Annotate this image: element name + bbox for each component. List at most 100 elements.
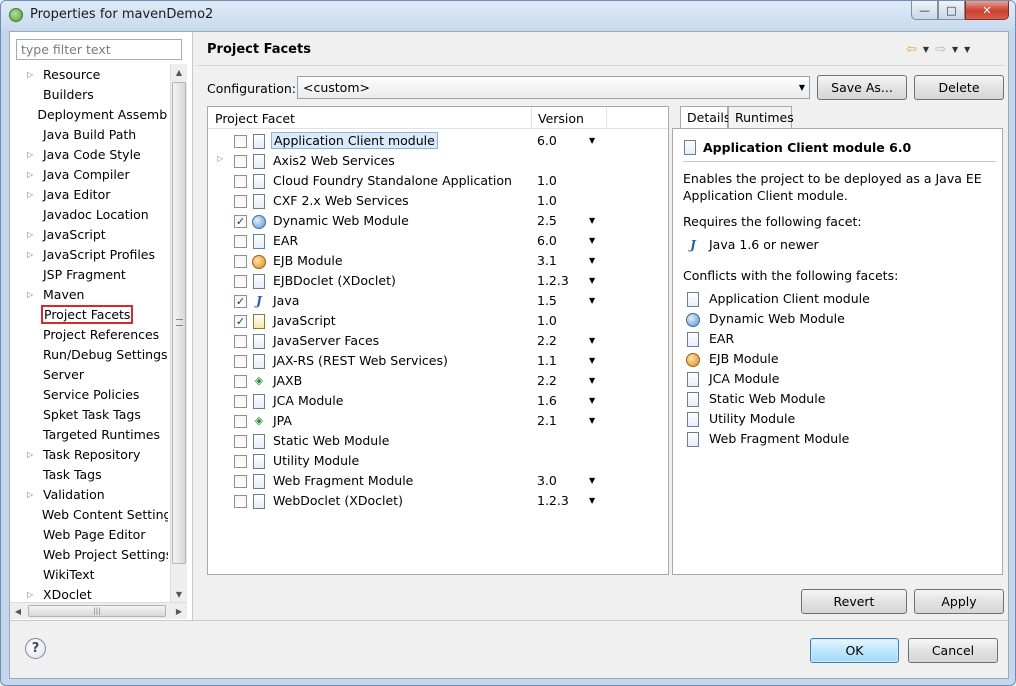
facet-version[interactable]: 1.5 [537,293,557,308]
facet-version[interactable]: 1.6 [537,393,557,408]
tree-item[interactable]: Spket Task Tags [10,404,168,424]
facet-checkbox[interactable] [234,455,247,468]
close-button[interactable]: ✕ [965,1,1009,20]
facet-version[interactable]: 3.0 [537,473,557,488]
expand-arrow-icon[interactable]: ▷ [27,70,37,79]
facet-checkbox[interactable] [234,435,247,448]
filter-input[interactable] [16,39,182,60]
facet-checkbox[interactable] [234,335,247,348]
tree-item[interactable]: ▷ JavaScript [10,224,168,244]
tree-item[interactable]: Java Build Path [10,124,168,144]
facet-checkbox[interactable] [234,195,247,208]
facet-version[interactable]: 2.2 [537,333,557,348]
facet-checkbox[interactable] [234,275,247,288]
tree-item[interactable]: Web Page Editor [10,524,168,544]
table-row[interactable]: Application Client module 6.0 ▼ [208,131,668,151]
tree-item[interactable]: Javadoc Location [10,204,168,224]
tree-item[interactable]: Web Content Settings [10,504,168,524]
tree-item[interactable]: ▷ Java Code Style [10,144,168,164]
table-row[interactable]: JavaServer Faces 2.2 ▼ [208,331,668,351]
facet-checkbox[interactable] [234,375,247,388]
configuration-select[interactable]: <custom> ▼ [297,76,810,99]
table-row[interactable]: ◈ JPA 2.1 ▼ [208,411,668,431]
table-row[interactable]: Utility Module [208,451,668,471]
version-chevron-down-icon[interactable]: ▼ [589,396,595,405]
facet-version[interactable]: 1.1 [537,353,557,368]
tree-item[interactable]: Web Project Settings [10,544,168,564]
help-icon[interactable]: ? [25,638,46,659]
delete-button[interactable]: Delete [914,75,1004,100]
expand-arrow-icon[interactable]: ▷ [27,490,37,499]
tree-item[interactable]: ▷ XDoclet [10,584,168,602]
tab-runtimes[interactable]: Runtimes [728,106,794,129]
scroll-down-arrow-icon[interactable]: ▼ [171,586,187,602]
column-divider[interactable] [531,107,532,129]
expand-arrow-icon[interactable]: ▷ [217,154,223,163]
expand-arrow-icon[interactable]: ▷ [27,250,37,259]
facet-checkbox[interactable] [234,135,247,148]
facet-version[interactable]: 2.5 [537,213,557,228]
table-row[interactable]: WebDoclet (XDoclet) 1.2.3 ▼ [208,491,668,511]
version-chevron-down-icon[interactable]: ▼ [589,416,595,425]
expand-arrow-icon[interactable]: ▷ [27,230,37,239]
expand-arrow-icon[interactable]: ▷ [27,290,37,299]
table-row[interactable]: Web Fragment Module 3.0 ▼ [208,471,668,491]
facet-checkbox[interactable] [234,155,247,168]
version-chevron-down-icon[interactable]: ▼ [589,236,595,245]
facet-checkbox[interactable]: ✓ [234,215,247,228]
version-chevron-down-icon[interactable]: ▼ [589,216,595,225]
column-header-facet[interactable]: Project Facet [215,111,295,126]
facet-checkbox[interactable] [234,495,247,508]
tab-details[interactable]: Details [680,106,730,130]
version-chevron-down-icon[interactable]: ▼ [589,256,595,265]
expand-arrow-icon[interactable]: ▷ [27,190,37,199]
minimize-button[interactable]: — [911,1,938,20]
title-bar[interactable]: Properties for mavenDemo2 — □ ✕ [1,1,1015,29]
table-row[interactable]: Cloud Foundry Standalone Application 1.0 [208,171,668,191]
tree-item[interactable]: Run/Debug Settings [10,344,168,364]
tree-item[interactable]: Targeted Runtimes [10,424,168,444]
facet-version[interactable]: 6.0 [537,133,557,148]
facet-version[interactable]: 6.0 [537,233,557,248]
cancel-button[interactable]: Cancel [908,638,998,663]
facet-checkbox[interactable]: ✓ [234,295,247,308]
revert-button[interactable]: Revert [801,589,907,614]
table-row[interactable]: ▷ Axis2 Web Services [208,151,668,171]
facet-checkbox[interactable]: ✓ [234,315,247,328]
table-row[interactable]: EJBDoclet (XDoclet) 1.2.3 ▼ [208,271,668,291]
table-row[interactable]: Static Web Module [208,431,668,451]
tree-item[interactable]: ▷ Java Compiler [10,164,168,184]
tree-item[interactable]: ▷ Java Editor [10,184,168,204]
tree-item[interactable]: Service Policies [10,384,168,404]
column-header-version[interactable]: Version [538,111,584,126]
facet-checkbox[interactable] [234,355,247,368]
expand-arrow-icon[interactable]: ▷ [27,590,37,599]
table-row[interactable]: ✓ J Java 1.5 ▼ [208,291,668,311]
save-as-button[interactable]: Save As... [817,75,907,100]
version-chevron-down-icon[interactable]: ▼ [589,476,595,485]
tree-item[interactable]: ▷ Validation [10,484,168,504]
tree-item[interactable]: JSP Fragment [10,264,168,284]
horizontal-scroll-thumb[interactable]: ||| [28,605,166,617]
version-chevron-down-icon[interactable]: ▼ [589,296,595,305]
tree-item[interactable]: Deployment Assembly [10,104,168,124]
facet-checkbox[interactable] [234,475,247,488]
tree-item[interactable]: Project References [10,324,168,344]
scroll-up-arrow-icon[interactable]: ▲ [171,64,187,80]
table-row[interactable]: ✓ Dynamic Web Module 2.5 ▼ [208,211,668,231]
table-row[interactable]: JCA Module 1.6 ▼ [208,391,668,411]
version-chevron-down-icon[interactable]: ▼ [589,336,595,345]
facet-version[interactable]: 1.2.3 [537,493,569,508]
forward-menu-chevron-icon[interactable]: ▼ [952,45,958,54]
tree-item[interactable]: ▷ JavaScript Profiles [10,244,168,264]
facet-version[interactable]: 3.1 [537,253,557,268]
version-chevron-down-icon[interactable]: ▼ [589,356,595,365]
facet-version[interactable]: 1.2.3 [537,273,569,288]
tree-item[interactable]: ▷ Resource [10,64,168,84]
facet-checkbox[interactable] [234,175,247,188]
expand-arrow-icon[interactable]: ▷ [27,450,37,459]
scroll-left-arrow-icon[interactable]: ◀ [10,603,26,619]
tree-item[interactable]: Server [10,364,168,384]
back-arrow-icon[interactable]: ⇦ [906,42,917,57]
expand-arrow-icon[interactable]: ▷ [27,170,37,179]
